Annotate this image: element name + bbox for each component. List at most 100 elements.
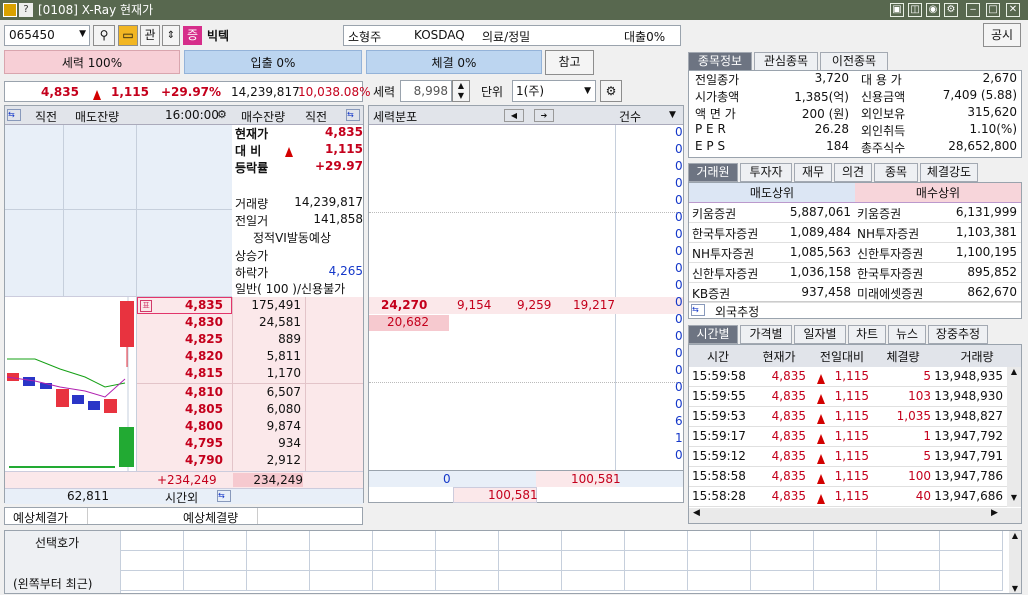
camera-icon[interactable]: ◉: [926, 3, 940, 17]
tick-tab[interactable]: 뉴스: [888, 325, 926, 344]
quote-cell: [877, 571, 940, 591]
force-input[interactable]: 8,998: [400, 80, 452, 102]
broker-tab[interactable]: 거래원: [688, 163, 738, 182]
current-price: 4,835: [41, 85, 79, 99]
quote-cell: [184, 571, 247, 591]
tick-price: 4,835: [771, 369, 806, 383]
maximize-icon[interactable]: □: [986, 3, 1000, 17]
swap-icon[interactable]: ⇆: [217, 490, 231, 502]
unit-select[interactable]: 1(주) ▼: [512, 80, 596, 102]
count-cell: 1: [675, 431, 683, 445]
broker-tab[interactable]: 체결강도: [920, 163, 978, 182]
tick-header-cell: 거래량: [960, 350, 994, 364]
count-cell: 0: [675, 125, 683, 139]
gear-icon[interactable]: ⚙: [217, 108, 227, 121]
stock-name: 빅텍: [207, 29, 230, 43]
quote-cell: [373, 551, 436, 571]
broker-tab[interactable]: 재무: [794, 163, 832, 182]
quote-scrollbar[interactable]: ▲ ▼: [1009, 531, 1021, 593]
volume-ratio: 10,038.08%: [298, 85, 371, 99]
broker-tab[interactable]: 의견: [834, 163, 872, 182]
info-left: 전일종가 3,720 시가총액 1,385(억) 액 면 가 200 (원) P E R 26…: [689, 71, 854, 157]
count-cell: 0: [675, 295, 683, 309]
quote-cell: [940, 551, 1003, 571]
swap-icon[interactable]: ⇆: [691, 304, 705, 316]
scroll-down-icon[interactable]: ▼: [1009, 584, 1021, 593]
candle-svg: [6, 297, 134, 471]
folder-icon[interactable]: ▭: [118, 25, 138, 46]
prev-vol-label: 전일거: [235, 214, 269, 228]
info-tab[interactable]: 관심종목: [754, 52, 818, 71]
inout-bar: 입출 0%: [184, 50, 362, 74]
gear-icon[interactable]: ⚙: [600, 80, 622, 102]
expected-price-label: 예상체결가: [13, 511, 69, 525]
search-icon[interactable]: ⚲: [93, 25, 115, 46]
scroll-updown-icon[interactable]: ⇕: [162, 25, 180, 46]
info-key: E P S: [695, 139, 726, 153]
minimize-icon[interactable]: ‒: [966, 3, 980, 17]
force-spinner[interactable]: ▲ ▼: [452, 80, 470, 102]
foreign-row: ⇆ 외국추정: [689, 301, 1021, 319]
stock-info-panel: 전일종가 3,720 시가총액 1,385(억) 액 면 가 200 (원) P E R 26…: [688, 70, 1022, 158]
bid-volume: 6,080: [266, 402, 301, 416]
count-cell: 0: [675, 244, 683, 258]
quote-cell: [499, 551, 562, 571]
tick-tab[interactable]: 가격별: [740, 325, 792, 344]
force-total-b: 100,581: [571, 472, 621, 486]
stock-code-input[interactable]: 065450 ▼: [4, 25, 90, 46]
force-total-row: 0 100,581: [369, 470, 683, 487]
tick-tab[interactable]: 차트: [848, 325, 886, 344]
broker-row: 신한투자증권 1,036,158 한국투자증권 895,852: [689, 263, 1021, 283]
quote-cell: [436, 571, 499, 591]
notice-button[interactable]: 공시: [983, 23, 1021, 47]
app-icon: [3, 3, 17, 17]
scroll-up-icon[interactable]: ▲: [1007, 367, 1021, 381]
swap-icon[interactable]: ⇆: [7, 109, 21, 121]
sector-label: 의료/정밀: [482, 30, 531, 44]
tick-tab[interactable]: 시간별: [688, 325, 738, 344]
chevron-down-icon[interactable]: ▼: [669, 110, 676, 120]
tick-tab[interactable]: 장중추정: [928, 325, 988, 344]
scroll-left-icon[interactable]: ◀: [693, 508, 700, 518]
info-tab[interactable]: 종목정보: [688, 52, 752, 71]
tick-hscroll[interactable]: ◀ ▶: [689, 508, 1021, 523]
tick-price: 4,835: [771, 489, 806, 503]
time-header: 16:00:00: [165, 108, 219, 122]
close-icon[interactable]: ✕: [1006, 3, 1020, 17]
tick-diff: 1,115: [834, 429, 869, 443]
info-key: 시가총액: [695, 90, 740, 104]
info-tab[interactable]: 이전종목: [820, 52, 888, 71]
sell-broker: 한국투자증권: [692, 227, 759, 241]
count-cell: 0: [675, 261, 683, 275]
tick-scrollbar[interactable]: ▲ ▼: [1007, 367, 1021, 507]
count-cell: 0: [675, 380, 683, 394]
broker-tab[interactable]: 투자자: [740, 163, 792, 182]
chevron-down-icon[interactable]: ▼: [79, 29, 86, 39]
swap-icon[interactable]: ⇆: [346, 109, 360, 121]
quote-cell: [310, 571, 373, 591]
scroll-right-icon[interactable]: ▶: [991, 508, 998, 518]
force-label: 세력: [373, 85, 396, 99]
help-icon[interactable]: ?: [19, 3, 33, 17]
info-value: 200 (원): [801, 107, 849, 121]
orderbook-header: ⇆ 직전 매도잔량 16:00:00 ⚙ 매수잔량 직전 ⇆: [5, 106, 363, 125]
sell-broker: 키움증권: [692, 207, 737, 221]
link-icon[interactable]: ▣: [890, 3, 904, 17]
force-row-1: 24,270 9,154 9,259 19,217: [369, 297, 683, 314]
scroll-up-icon[interactable]: ▲: [1009, 531, 1021, 540]
prev-arrow-icon[interactable]: ◀: [504, 109, 524, 122]
ask-area: [5, 125, 232, 297]
settings-icon[interactable]: ⚙: [944, 3, 958, 17]
reference-button[interactable]: 참고: [545, 50, 594, 75]
broker-tab[interactable]: 종목: [874, 163, 918, 182]
dual-window-icon[interactable]: ◫: [908, 3, 922, 17]
unit-value: 1(주): [516, 84, 545, 98]
bid-price: 4,820: [185, 349, 223, 363]
stock-code-value: 065450: [9, 28, 55, 42]
scroll-down-icon[interactable]: ▼: [1007, 493, 1021, 507]
quote-cell: [310, 551, 373, 571]
watchlist-button[interactable]: 관: [140, 25, 160, 46]
next-arrow-icon[interactable]: ➔: [534, 109, 554, 122]
tick-tab[interactable]: 일자별: [794, 325, 846, 344]
info-value: 184: [826, 139, 849, 153]
